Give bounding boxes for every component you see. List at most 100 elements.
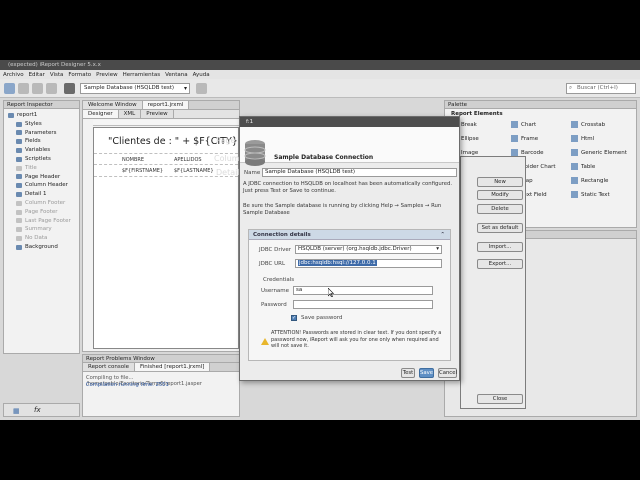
report-datasources-icon[interactable]	[196, 83, 207, 94]
search-icon: ⌕	[569, 85, 573, 91]
tree-item[interactable]: Column Footer	[6, 199, 79, 208]
palette-item[interactable]: Rectangle	[571, 177, 608, 184]
tab-preview[interactable]: Preview	[141, 110, 174, 118]
tree-item[interactable]: Last Page Footer	[6, 217, 79, 226]
open-file-icon[interactable]	[18, 83, 29, 94]
header-apellidos[interactable]: APELLIDOS	[174, 157, 202, 163]
palette-item[interactable]: Static Text	[571, 191, 610, 198]
tree-item[interactable]: Title	[6, 164, 79, 173]
menu-ventana[interactable]: Ventana	[165, 72, 188, 78]
delete-connection-button[interactable]: Delete	[477, 204, 523, 214]
search-input[interactable]: ⌕ Buscar (Ctrl+I)	[566, 83, 636, 94]
palette-element-icon	[571, 191, 578, 198]
tree-item-label: Fields	[25, 138, 41, 145]
expression-icon[interactable]: fx	[34, 406, 41, 414]
tree-item[interactable]: Styles	[6, 120, 79, 129]
menu-ayuda[interactable]: Ayuda	[193, 72, 210, 78]
palette-item-label: Chart	[521, 121, 537, 128]
tab-xml[interactable]: XML	[118, 110, 142, 118]
jdbc-url-value: jdbc:hsqldb:hsql://127.0.0.1	[298, 260, 377, 266]
menu-vista[interactable]: Vista	[50, 72, 64, 78]
report-inspector-title: Report Inspector	[4, 101, 79, 109]
palette-item[interactable]: Generic Element	[571, 149, 627, 156]
chevron-down-icon: ▾	[436, 246, 439, 252]
palette-item[interactable]: Table	[571, 163, 595, 170]
save-password-checkbox[interactable]: ✓	[291, 315, 297, 321]
tree-item-label: report1	[17, 112, 38, 118]
tree-item[interactable]: report1	[6, 111, 79, 120]
new-connection-button[interactable]: New	[477, 177, 523, 187]
close-button[interactable]: Close	[477, 394, 523, 404]
undo-icon[interactable]	[46, 83, 57, 94]
tree-node-icon	[16, 218, 22, 224]
tab-finished[interactable]: Finished [report1.jrxml]	[135, 363, 211, 371]
tree-item[interactable]: Detail 1	[6, 190, 79, 199]
field-lastname[interactable]: $F{LASTNAME}	[174, 168, 214, 174]
username-input[interactable]: sa	[293, 286, 433, 295]
tree-item-label: No Data	[25, 235, 48, 242]
tree-item[interactable]: Page Header	[6, 173, 79, 182]
header-nombre[interactable]: NOMBRE	[122, 157, 144, 163]
datasource-icon[interactable]	[64, 83, 75, 94]
tree-item[interactable]: Summary	[6, 225, 79, 234]
layout-icon[interactable]: ▦	[13, 407, 20, 415]
jdbc-driver-select[interactable]: HSQLDB (server) (org.hsqldb.jdbc.Driver)…	[295, 245, 442, 254]
menu-editar[interactable]: Editar	[29, 72, 45, 78]
datasource-select[interactable]: Sample Database (HSQLDB test) ▾	[80, 83, 190, 94]
tree-item-label: Page Header	[25, 173, 61, 180]
palette-item[interactable]: Crosstab	[571, 121, 605, 128]
view-tabs: Designer XML Preview	[83, 110, 239, 119]
tree-item[interactable]: No Data	[6, 234, 79, 243]
palette-item[interactable]: Chart	[511, 121, 536, 128]
tree-item[interactable]: Parameters	[6, 129, 79, 138]
report-tree: report1 Styles Parameters Fields Variables Sc…	[4, 109, 79, 252]
report-canvas[interactable]: "Clientes de : " + $F{CITY} Page NOMBRE …	[93, 127, 245, 349]
palette-element-icon	[511, 149, 518, 156]
save-icon[interactable]	[32, 83, 43, 94]
jdbc-driver-label: JDBC Driver	[259, 247, 292, 253]
palette-element-icon	[571, 149, 578, 156]
tree-node-icon	[16, 156, 22, 162]
tab-report-console[interactable]: Report console	[83, 363, 135, 371]
save-button[interactable]: Save	[419, 368, 434, 378]
menu-archivo[interactable]: Archivo	[3, 72, 24, 78]
palette-item-label: Barcode	[521, 149, 544, 156]
new-file-icon[interactable]	[4, 83, 15, 94]
tab-report1[interactable]: report1.jrxml	[142, 101, 190, 109]
palette-element-icon	[571, 135, 578, 142]
cancel-button[interactable]: Cancel	[438, 368, 457, 378]
password-input[interactable]	[293, 300, 433, 309]
tree-item-label: Page Footer	[25, 208, 58, 215]
jdbc-url-input[interactable]: jdbc:hsqldb:hsql://127.0.0.1	[295, 259, 442, 268]
field-firstname[interactable]: $F{FIRSTNAME}	[122, 168, 163, 174]
palette-item[interactable]: Html	[571, 135, 594, 142]
horizontal-ruler	[93, 120, 239, 126]
palette-item[interactable]: Frame	[511, 135, 538, 142]
tree-item-label: Variables	[25, 147, 51, 154]
menu-formato[interactable]: Formato	[68, 72, 91, 78]
collapse-icon[interactable]: ⌃	[440, 230, 445, 240]
tree-item[interactable]: Column Header	[6, 181, 79, 190]
import-button[interactable]: Import...	[477, 242, 523, 252]
tree-item[interactable]: Fields	[6, 137, 79, 146]
palette-item-label: Table	[581, 163, 596, 170]
tree-item[interactable]: Variables	[6, 146, 79, 155]
menu-herramientas[interactable]: Herramientas	[123, 72, 160, 78]
menu-preview[interactable]: Preview	[96, 72, 117, 78]
console-line-time: Compilation running time: 2551	[86, 382, 169, 388]
palette-item-label: Static Text	[581, 191, 610, 198]
export-button[interactable]: Export...	[477, 259, 523, 269]
tab-designer[interactable]: Designer	[83, 110, 119, 118]
set-default-button[interactable]: Set as default	[477, 223, 523, 233]
tree-item-label: Styles	[25, 120, 42, 127]
tree-item[interactable]: Page Footer	[6, 208, 79, 217]
tab-welcome-window[interactable]: Welcome Window	[83, 101, 143, 109]
name-input[interactable]: Sample Database (HSQLDB test)	[262, 168, 457, 177]
tree-item[interactable]: Scriptlets	[6, 155, 79, 164]
modify-connection-button[interactable]: Modify	[477, 190, 523, 200]
connection-details-header[interactable]: Connection details ⌃	[249, 230, 450, 240]
palette-element-icon	[571, 163, 578, 170]
tree-item[interactable]: Background	[6, 243, 79, 252]
palette-item[interactable]: Barcode	[511, 149, 544, 156]
test-button[interactable]: Test	[401, 368, 415, 378]
